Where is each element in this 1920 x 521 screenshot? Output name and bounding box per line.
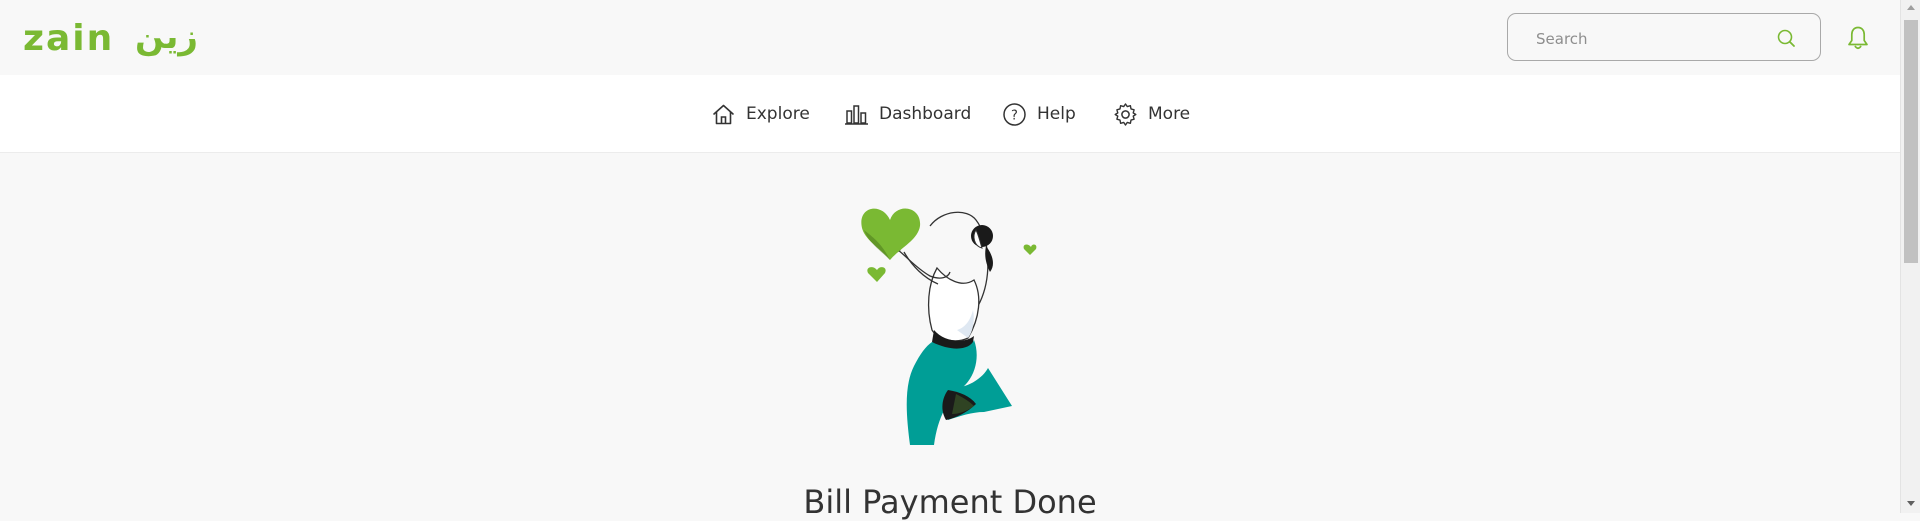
home-icon bbox=[713, 104, 734, 124]
search-input[interactable] bbox=[1534, 26, 1778, 52]
scroll-down-arrow-icon[interactable] bbox=[1907, 501, 1915, 506]
person-holding-heart-illustration bbox=[861, 208, 1037, 445]
nav-item-help[interactable]: ? Help bbox=[1002, 100, 1076, 128]
svg-text:?: ? bbox=[1011, 108, 1018, 123]
page-scrollbar[interactable] bbox=[1900, 0, 1920, 513]
gear-icon bbox=[1114, 102, 1137, 126]
nav-label-explore: Explore bbox=[746, 104, 810, 124]
zain-logo[interactable]: zain زين bbox=[23, 17, 198, 62]
small-heart-left-icon bbox=[867, 267, 886, 282]
top-bar: zain زين bbox=[0, 0, 1900, 75]
nav-label-help: Help bbox=[1037, 104, 1076, 124]
nav-label-dashboard: Dashboard bbox=[879, 104, 972, 124]
large-heart-icon bbox=[861, 208, 921, 260]
logo-arabic-text: زين bbox=[135, 18, 198, 57]
logo-latin-text: zain bbox=[23, 18, 114, 58]
nav-label-more: More bbox=[1148, 104, 1191, 124]
payment-confirmation: Bill Payment Done bbox=[0, 153, 1900, 521]
nav-item-explore[interactable]: Explore bbox=[711, 100, 810, 128]
payment-done-title: Bill Payment Done bbox=[803, 483, 1097, 521]
scrollbar-thumb[interactable] bbox=[1904, 20, 1918, 263]
bar-chart-icon bbox=[845, 104, 868, 125]
search-box[interactable] bbox=[1507, 13, 1821, 61]
nav-item-more[interactable]: More bbox=[1113, 100, 1190, 128]
bell-icon[interactable] bbox=[1846, 25, 1870, 51]
nav-item-dashboard[interactable]: Dashboard bbox=[844, 100, 971, 128]
question-circle-icon: ? bbox=[1003, 102, 1026, 126]
main-nav: Explore Dashboard ? Help More bbox=[0, 75, 1900, 153]
scroll-up-arrow-icon[interactable] bbox=[1907, 5, 1915, 10]
small-heart-right-icon bbox=[1023, 244, 1037, 255]
search-icon[interactable] bbox=[1776, 28, 1796, 48]
